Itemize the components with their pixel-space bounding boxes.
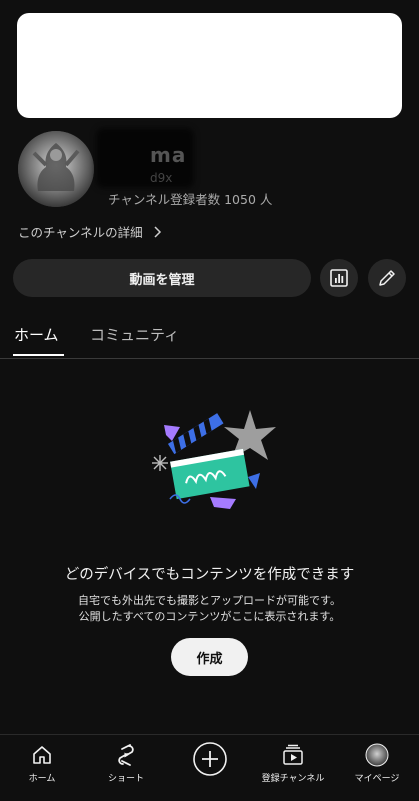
nav-create[interactable] [168, 741, 252, 777]
edit-channel-button[interactable] [368, 259, 406, 297]
nav-home-label: ホーム [28, 774, 56, 784]
avatar-image [18, 131, 94, 207]
empty-state-line-2: 公開したすべてのコンテンツがここに表示されます。 [78, 610, 341, 623]
nav-subscriptions-label: 登録チャンネル [261, 774, 325, 784]
active-tab-indicator [13, 354, 64, 356]
channel-name: ma [150, 143, 187, 167]
nav-my-page[interactable]: マイページ [335, 743, 419, 784]
nav-home[interactable]: ホーム [0, 743, 84, 784]
subscriber-count: チャンネル登録者数 1050 人 [108, 192, 273, 207]
nav-shorts[interactable]: ショート [84, 743, 168, 784]
empty-state-line-1: 自宅でも外出先でも撮影とアップロードが可能です。 [78, 594, 341, 607]
analytics-button[interactable] [320, 259, 358, 297]
home-icon [33, 746, 51, 764]
shorts-icon [118, 744, 134, 766]
nav-shorts-label: ショート [107, 774, 144, 784]
bottom-navigation: ホーム ショート 登録チャンネル マイページ [0, 734, 419, 801]
channel-banner[interactable] [17, 13, 402, 118]
create-content-illustration [152, 410, 276, 509]
manage-videos-button[interactable]: 動画を管理 [13, 259, 311, 297]
subscriptions-icon [283, 744, 303, 765]
channel-avatar[interactable] [18, 131, 94, 207]
empty-state-title: どのデバイスでもコンテンツを作成できます [64, 567, 355, 583]
analytics-icon [330, 269, 348, 287]
tab-community[interactable]: コミュニティ [90, 324, 179, 345]
nav-my-page-label: マイページ [354, 774, 400, 784]
channel-handle: d9x [150, 171, 173, 185]
avatar [365, 743, 389, 767]
create-button[interactable]: 作成 [171, 638, 248, 676]
channel-tabs: ホーム コミュニティ [0, 318, 419, 359]
channel-details-label: このチャンネルの詳細 [18, 225, 143, 240]
tab-home[interactable]: ホーム [14, 324, 59, 345]
pencil-icon [379, 270, 395, 286]
channel-details-link[interactable]: このチャンネルの詳細 [18, 222, 165, 241]
create-plus-icon [193, 742, 227, 776]
chevron-right-icon [154, 225, 161, 238]
nav-subscriptions[interactable]: 登録チャンネル [251, 743, 335, 784]
